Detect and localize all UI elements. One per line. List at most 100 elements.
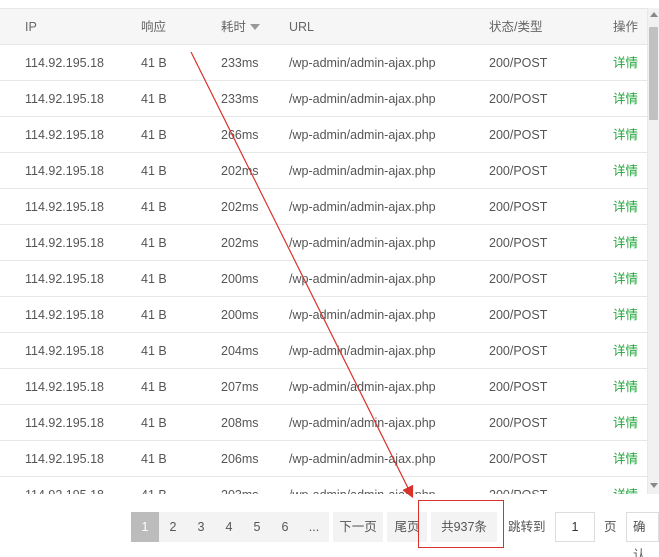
page-button-5[interactable]: 5 <box>243 512 271 542</box>
confirm-jump-button[interactable]: 确认 <box>626 512 659 557</box>
cell-ip: 114.92.195.18 <box>25 236 105 250</box>
column-header-ip[interactable]: IP <box>25 9 37 45</box>
cell-url: /wp-admin/admin-ajax.php <box>289 128 436 142</box>
cell-response: 41 B <box>141 236 167 250</box>
page-button-4[interactable]: 4 <box>215 512 243 542</box>
cell-ip: 114.92.195.18 <box>25 344 105 358</box>
jump-page-input[interactable] <box>555 512 595 542</box>
cell-url: /wp-admin/admin-ajax.php <box>289 200 436 214</box>
next-page-button[interactable]: 下一页 <box>333 512 383 542</box>
table-row: 114.92.195.18 41 B 202ms/wp-admin/admin-aj… <box>0 189 647 225</box>
details-link[interactable]: 详情 <box>613 189 638 225</box>
cell-status: 200/POST <box>489 344 548 358</box>
details-link[interactable]: 详情 <box>613 405 638 441</box>
page-button-1[interactable]: 1 <box>131 512 159 542</box>
page-button-3[interactable]: 3 <box>187 512 215 542</box>
cell-ip: 114.92.195.18 <box>25 452 105 466</box>
cell-url: /wp-admin/admin-ajax.php <box>289 272 436 286</box>
cell-time: 207ms <box>221 380 259 394</box>
table-row: 114.92.195.18 41 B 206ms/wp-admin/admin-aj… <box>0 441 647 477</box>
cell-url: /wp-admin/admin-ajax.php <box>289 477 436 494</box>
cell-url: /wp-admin/admin-ajax.php <box>289 344 436 358</box>
table-row: 114.92.195.18 41 B 202ms/wp-admin/admin-aj… <box>0 153 647 189</box>
cell-time: 208ms <box>221 416 259 430</box>
pagination: 1 2 3 4 5 6 ... 下一页 尾页 共937条 跳转到 页 确认 <box>0 512 659 557</box>
vertical-scrollbar[interactable] <box>647 8 659 494</box>
cell-ip: 114.92.195.18 <box>25 477 104 494</box>
cell-time: 233ms <box>221 92 259 106</box>
cell-response: 41 B <box>141 380 167 394</box>
cell-url: /wp-admin/admin-ajax.php <box>289 164 436 178</box>
cell-ip: 114.92.195.18 <box>25 380 105 394</box>
table-row: 114.92.195.18 41 B 266ms/wp-admin/admin-aj… <box>0 117 647 153</box>
details-link[interactable]: 详情 <box>613 477 638 494</box>
page-ellipsis: ... <box>299 512 329 542</box>
cell-status: 200/POST <box>489 128 548 142</box>
cell-time: 200ms <box>221 272 259 286</box>
cell-time: 203ms <box>221 477 259 494</box>
cell-response: 41 B <box>141 92 167 106</box>
cell-ip: 114.92.195.18 <box>25 308 105 322</box>
column-header-time[interactable]: 耗时 <box>221 9 261 45</box>
cell-url: /wp-admin/admin-ajax.php <box>289 416 436 430</box>
cell-ip: 114.92.195.18 <box>25 92 105 106</box>
cell-time: 200ms <box>221 308 259 322</box>
cell-status: 200/POST <box>489 308 548 322</box>
details-link[interactable]: 详情 <box>613 297 638 333</box>
cell-status: 200/POST <box>489 164 548 178</box>
cell-response: 41 B <box>141 56 167 70</box>
column-header-time-label: 耗时 <box>221 20 247 34</box>
cell-response: 41 B <box>141 416 167 430</box>
cell-response: 41 B <box>141 164 167 178</box>
cell-ip: 114.92.195.18 <box>25 56 105 70</box>
details-link[interactable]: 详情 <box>613 225 638 261</box>
cell-url: /wp-admin/admin-ajax.php <box>289 308 436 322</box>
cell-response: 41 B <box>141 308 167 322</box>
cell-ip: 114.92.195.18 <box>25 272 105 286</box>
cell-ip: 114.92.195.18 <box>25 164 105 178</box>
table-row: 114.92.195.18 41 B 233ms/wp-admin/admin-aj… <box>0 45 647 81</box>
details-link[interactable]: 详情 <box>613 117 638 153</box>
details-link[interactable]: 详情 <box>613 261 638 297</box>
cell-url: /wp-admin/admin-ajax.php <box>289 92 436 106</box>
table-row: 114.92.195.18 41 B 208ms/wp-admin/admin-aj… <box>0 405 647 441</box>
cell-time: 202ms <box>221 236 259 250</box>
table-row: 114.92.195.18 41 B 200ms/wp-admin/admin-aj… <box>0 261 647 297</box>
jump-to-label: 跳转到 <box>508 520 546 534</box>
scroll-up-arrow-icon[interactable] <box>650 12 658 17</box>
cell-response: 41 B <box>141 344 167 358</box>
details-link[interactable]: 详情 <box>613 81 638 117</box>
cell-status: 200/POST <box>489 200 548 214</box>
table-row: 114.92.195.18 41 B 233ms/wp-admin/admin-aj… <box>0 81 647 117</box>
cell-url: /wp-admin/admin-ajax.php <box>289 452 436 466</box>
cell-status: 200/POST <box>489 452 548 466</box>
cell-status: 200/POST <box>489 416 548 430</box>
cell-response: 41 B <box>141 452 167 466</box>
cell-response: 41 B <box>141 477 167 494</box>
cell-url: /wp-admin/admin-ajax.php <box>289 380 436 394</box>
sort-desc-icon[interactable] <box>250 23 261 30</box>
column-header-response[interactable]: 响应 <box>141 9 166 45</box>
cell-response: 41 B <box>141 128 167 142</box>
scroll-thumb[interactable] <box>649 27 658 120</box>
details-link[interactable]: 详情 <box>613 333 638 369</box>
table-row: 114.92.195.18 41 B 207ms/wp-admin/admin-aj… <box>0 369 647 405</box>
details-link[interactable]: 详情 <box>613 153 638 189</box>
page-button-6[interactable]: 6 <box>271 512 299 542</box>
scroll-down-arrow-icon[interactable] <box>650 483 658 488</box>
page-button-2[interactable]: 2 <box>159 512 187 542</box>
cell-time: 202ms <box>221 164 259 178</box>
cell-status: 200/POST <box>489 477 547 494</box>
details-link[interactable]: 详情 <box>613 441 638 477</box>
annotation-highlight-box <box>418 500 504 548</box>
table-row: 114.92.195.18 41 B 203ms/wp-admin/admin-aj… <box>0 477 647 494</box>
details-link[interactable]: 详情 <box>613 369 638 405</box>
cell-time: 233ms <box>221 56 259 70</box>
details-link[interactable]: 详情 <box>613 45 638 81</box>
cell-time: 206ms <box>221 452 259 466</box>
column-header-url[interactable]: URL <box>289 9 314 45</box>
cell-time: 266ms <box>221 128 259 142</box>
cell-ip: 114.92.195.18 <box>25 200 105 214</box>
cell-url: /wp-admin/admin-ajax.php <box>289 236 436 250</box>
column-header-status[interactable]: 状态/类型 <box>489 9 542 45</box>
